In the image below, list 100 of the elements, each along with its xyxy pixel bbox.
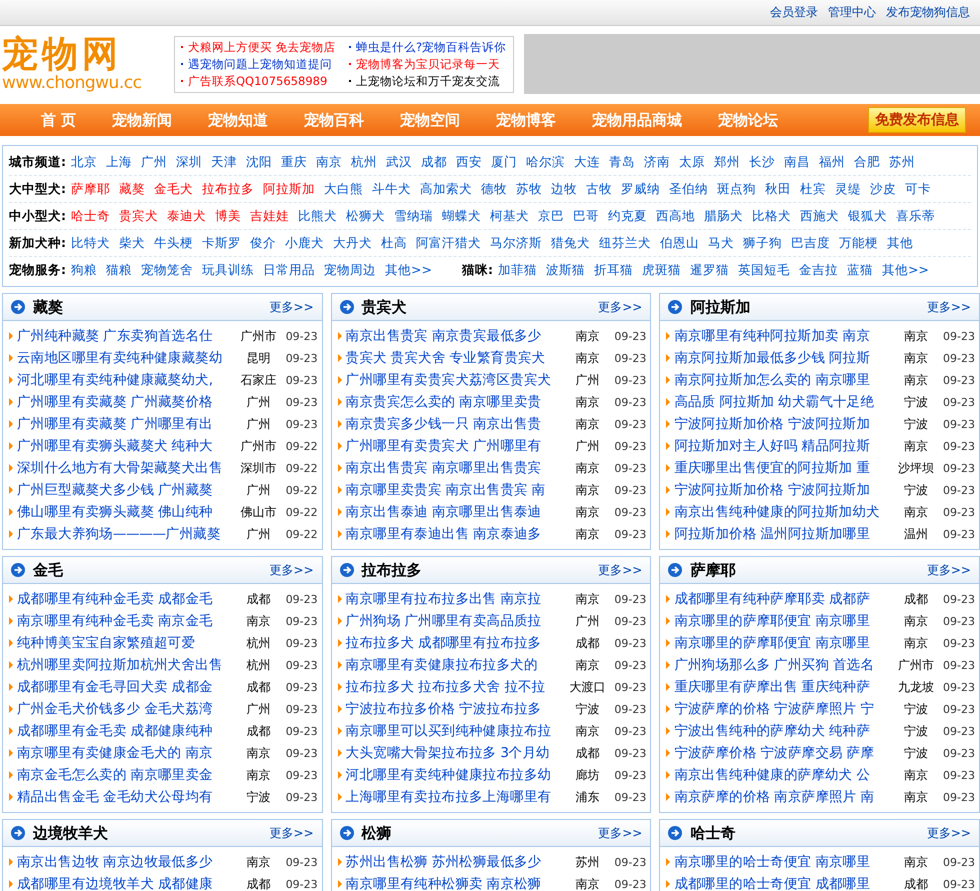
listing-link[interactable]: 南京哪里的萨摩耶便宜 南京哪里 [674, 612, 893, 630]
channel-link[interactable]: 其他 [887, 234, 913, 252]
listing-link[interactable]: 杭州哪里卖阿拉斯加杭州犬舍出售 [17, 656, 236, 674]
channel-link[interactable]: 萨摩耶 [71, 180, 110, 198]
channel-link[interactable]: 大丹犬 [333, 234, 372, 252]
listing-link[interactable]: 南京出售贵宾 南京哪里出售贵宾 [346, 459, 564, 477]
channel-link[interactable]: 沙皮 [870, 180, 896, 198]
listing-link[interactable]: 深圳什么地方有大骨架藏獒犬出售 [17, 459, 236, 477]
listing-link[interactable]: 成都哪里有纯种金毛卖 成都金毛 [17, 590, 236, 608]
listing-link[interactable]: 宁波萨摩的价格 宁波萨摩照片 宁 [674, 700, 893, 718]
channel-link[interactable]: 哈士奇 [71, 208, 110, 224]
channel-link[interactable]: 日常用品 [263, 262, 315, 278]
channel-link[interactable]: 太原 [679, 154, 705, 170]
channel-link[interactable]: 万能梗 [839, 234, 878, 252]
channel-link[interactable]: 比格犬 [752, 208, 791, 224]
channel-link[interactable]: 合肥 [854, 154, 880, 170]
top-link[interactable]: 发布宠物狗信息 [886, 4, 970, 21]
listing-link[interactable]: 广州哪里有卖贵宾犬荔湾区贵宾犬 [346, 371, 564, 389]
listing-link[interactable]: 南京哪里有卖健康金毛犬的 南京 [17, 744, 236, 762]
channel-link[interactable]: 阿拉斯加 [263, 180, 315, 198]
channel-link[interactable]: 可卡 [905, 180, 931, 198]
ad-link[interactable]: 遇宠物问题上宠物知道提问 [179, 56, 347, 72]
listing-link[interactable]: 南京出售纯种健康的阿拉斯加幼犬 [674, 503, 893, 521]
channel-link[interactable]: 哈尔滨 [526, 154, 565, 170]
listing-link[interactable]: 宁波出售纯种的萨摩幼犬 纯种萨 [674, 722, 893, 740]
listing-link[interactable]: 南京哪里的萨摩耶便宜 南京哪里 [674, 634, 893, 652]
channel-link[interactable]: 杜高 [381, 234, 407, 252]
ad-link[interactable]: 蝉虫是什么?宠物百科告诉你 [347, 40, 505, 54]
channel-link[interactable]: 蝴蝶犬 [442, 208, 481, 224]
channel-link[interactable]: 喜乐蒂 [896, 208, 935, 224]
listing-link[interactable]: 重庆哪里有萨摩出售 重庆纯种萨 [674, 678, 893, 696]
ad-link[interactable]: 宠物博客为宝贝记录每一天 [347, 56, 505, 72]
listing-link[interactable]: 南京哪里卖贵宾 南京出售贵宾 南 [346, 481, 564, 499]
channel-link[interactable]: 苏州 [889, 154, 915, 170]
channel-link[interactable]: 古牧 [586, 180, 612, 198]
channel-link[interactable]: 西施犬 [800, 208, 839, 224]
listing-link[interactable]: 南京哪里的哈士奇便宜 南京哪里 [674, 853, 893, 871]
listing-link[interactable]: 成都哪里有边境牧羊犬 成都健康 [17, 875, 236, 891]
listing-link[interactable]: 成都哪里有纯种萨摩耶卖 成都萨 [674, 590, 893, 608]
channel-link[interactable]: 上海 [106, 154, 132, 170]
channel-link[interactable]: 藏獒 [119, 180, 145, 198]
channel-link[interactable]: 马犬 [708, 234, 734, 252]
channel-link[interactable]: 杭州 [351, 154, 377, 170]
listing-link[interactable]: 拉布拉多犬 成都哪里有拉布拉多 [346, 634, 564, 652]
more-link[interactable]: 更多>> [926, 562, 971, 578]
channel-link[interactable]: 德牧 [481, 180, 507, 198]
listing-link[interactable]: 河北哪里有卖纯种健康藏獒幼犬, [17, 371, 236, 389]
listing-link[interactable]: 南京阿拉斯加怎么卖的 南京哪里 [674, 371, 893, 389]
channel-link[interactable]: 比熊犬 [298, 208, 337, 224]
channel-link[interactable]: 折耳猫 [594, 262, 633, 278]
channel-link[interactable]: 纽芬兰犬 [599, 234, 651, 252]
listing-link[interactable]: 南京贵宾怎么卖的 南京哪里卖贵 [346, 393, 564, 411]
channel-link[interactable]: 蓝猫 [846, 262, 873, 278]
channel-link[interactable]: 武汉 [386, 154, 412, 170]
channel-link[interactable]: 吉娃娃 [250, 208, 289, 224]
listing-link[interactable]: 南京贵宾多少钱一只 南京出售贵 [346, 415, 564, 433]
more-link[interactable]: 更多>> [270, 824, 314, 842]
ad-link[interactable]: 广告联系QQ1075658989 [179, 74, 347, 88]
more-link[interactable]: 更多>> [270, 562, 314, 578]
channel-link[interactable]: 狮子狗 [743, 234, 782, 252]
listing-link[interactable]: 广州哪里有卖藏獒 广州哪里有出 [17, 415, 236, 433]
channel-link[interactable]: 博美 [215, 208, 241, 224]
listing-link[interactable]: 广州狗场那么多 广州买狗 首选名 [674, 656, 893, 674]
channel-link[interactable]: 金毛犬 [154, 180, 193, 198]
channel-link[interactable]: 宠物笼舍 [141, 262, 193, 278]
listing-link[interactable]: 广州哪里有卖狮头藏獒犬 纯种大 [17, 437, 236, 455]
channel-link[interactable]: 猫粮 [106, 262, 132, 278]
listing-link[interactable]: 上海哪里有卖拉布拉多上海哪里有 [346, 788, 564, 806]
more-link[interactable]: 更多>> [270, 298, 314, 316]
channel-link[interactable]: 西高地 [656, 208, 695, 224]
channel-link[interactable]: 大白熊 [324, 180, 363, 198]
listing-link[interactable]: 广州狗场 广州哪里有卖高品质拉 [346, 612, 564, 630]
channel-link[interactable]: 拉布拉多 [202, 180, 254, 198]
channel-link[interactable]: 比特犬 [71, 234, 110, 252]
listing-link[interactable]: 南京哪里有纯种阿拉斯加卖 南京 [674, 327, 893, 345]
listing-link[interactable]: 南京出售边牧 南京边牧最低多少 [17, 853, 236, 871]
channel-link[interactable]: 其他>> [882, 262, 929, 278]
listing-link[interactable]: 南京哪里有泰迪出售 南京泰迪多 [346, 525, 564, 543]
listing-link[interactable]: 南京萨摩的价格 南京萨摩照片 南 [674, 788, 893, 806]
channel-link[interactable]: 长沙 [749, 154, 775, 170]
channel-link[interactable]: 阿富汗猎犬 [416, 234, 481, 252]
listing-link[interactable]: 南京出售贵宾 南京贵宾最低多少 [346, 327, 564, 345]
listing-link[interactable]: 广东最大养狗场————广州藏獒 [17, 525, 236, 543]
channel-link[interactable]: 泰迪犬 [167, 208, 206, 224]
channel-link[interactable]: 福州 [819, 154, 845, 170]
channel-link[interactable]: 俊介 [250, 234, 276, 252]
channel-link[interactable]: 北京 [71, 154, 97, 170]
channel-link[interactable]: 秋田 [765, 180, 791, 198]
listing-link[interactable]: 成都哪里有金毛寻回犬卖 成都金 [17, 678, 236, 696]
listing-link[interactable]: 广州哪里有卖贵宾犬 广州哪里有 [346, 437, 564, 455]
listing-link[interactable]: 广州纯种藏獒 广东卖狗首选名仕 [17, 327, 236, 345]
channel-link[interactable]: 边牧 [551, 180, 577, 198]
listing-link[interactable]: 南京金毛怎么卖的 南京哪里卖金 [17, 766, 236, 784]
channel-link[interactable]: 其他>> [385, 262, 432, 278]
channel-link[interactable]: 腊肠犬 [704, 208, 743, 224]
channel-link[interactable]: 郑州 [714, 154, 740, 170]
ad-link[interactable]: 上宠物论坛和万千宠友交流 [347, 74, 505, 88]
listing-link[interactable]: 阿拉斯加对主人好吗 精品阿拉斯 [674, 437, 893, 455]
channel-link[interactable]: 成都 [421, 154, 447, 170]
listing-link[interactable]: 南京出售纯种健康的萨摩幼犬 公 [674, 766, 893, 784]
